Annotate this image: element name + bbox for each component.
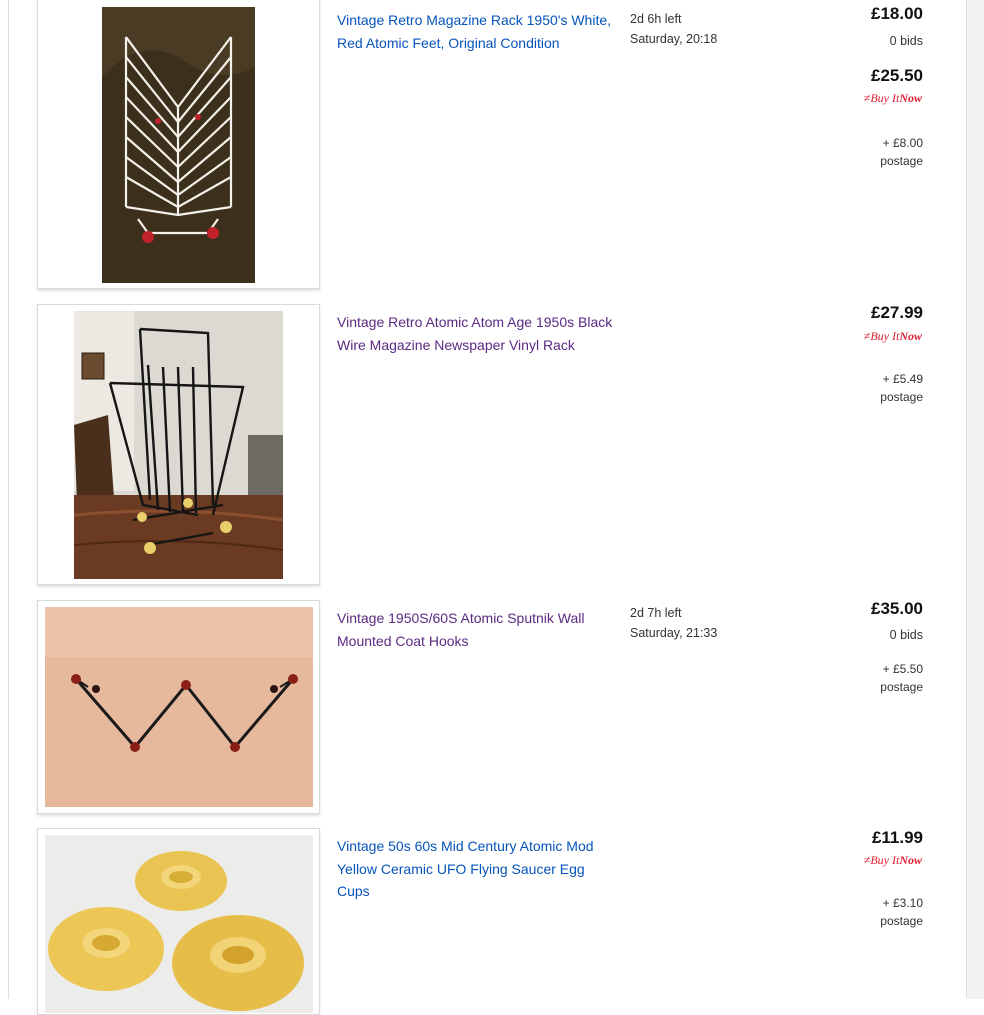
buy-it-text: Buy It	[870, 329, 900, 343]
buy-it-now-price: £27.99	[871, 303, 923, 322]
now-text: Now	[899, 329, 922, 343]
postage-amount: + £5.49	[882, 372, 923, 386]
buy-it-now-price: £25.50	[871, 66, 923, 85]
end-time: Saturday, 21:33	[630, 626, 718, 640]
buy-it-now-logo: ≠Buy ItNow	[864, 329, 922, 344]
buy-it-text: Buy It	[870, 91, 900, 105]
postage-label: postage	[880, 390, 923, 404]
page-right-gutter	[966, 0, 984, 999]
current-price: £35.00	[871, 599, 923, 618]
current-price: £18.00	[871, 4, 923, 23]
listing-title-link[interactable]: Vintage Retro Atomic Atom Age 1950s Blac…	[337, 311, 617, 356]
item-thumbnail[interactable]	[37, 0, 320, 289]
postage-label: postage	[880, 914, 923, 928]
bid-count: 0 bids	[889, 628, 923, 642]
listing-title-link[interactable]: Vintage Retro Magazine Rack 1950's White…	[337, 9, 617, 54]
time-left: 2d 6h left	[630, 12, 682, 26]
postage-cost: + £5.49 postage	[803, 370, 923, 406]
postage-cost: + £3.10 postage	[803, 894, 923, 930]
listing-title-link[interactable]: Vintage 50s 60s Mid Century Atomic Mod Y…	[337, 835, 617, 903]
postage-amount: + £8.00	[882, 136, 923, 150]
listing-item: Vintage Retro Atomic Atom Age 1950s Blac…	[0, 296, 966, 592]
yellow-egg-cups-image	[38, 829, 319, 1014]
listing-item: Vintage 1950S/60S Atomic Sputnik Wall Mo…	[0, 592, 966, 824]
sputnik-coat-hooks-image	[38, 601, 319, 813]
time-left: 2d 7h left	[630, 606, 682, 620]
magazine-rack-white-image	[38, 0, 319, 288]
now-text: Now	[899, 91, 922, 105]
black-wire-magazine-rack-image	[38, 305, 319, 584]
item-thumbnail[interactable]	[37, 600, 320, 814]
postage-amount: + £3.10	[882, 896, 923, 910]
item-thumbnail[interactable]	[37, 304, 320, 585]
postage-cost: + £8.00 postage	[803, 134, 923, 170]
item-thumbnail[interactable]	[37, 828, 320, 1015]
listing-item: Vintage 50s 60s Mid Century Atomic Mod Y…	[0, 824, 966, 1015]
bid-count: 0 bids	[889, 34, 923, 48]
postage-amount: + £5.50	[882, 662, 923, 676]
buy-it-now-logo: ≠Buy ItNow	[864, 91, 922, 106]
listing-item: Vintage Retro Magazine Rack 1950's White…	[0, 0, 966, 296]
buy-it-text: Buy It	[870, 853, 900, 867]
listing-title-link[interactable]: Vintage 1950S/60S Atomic Sputnik Wall Mo…	[337, 607, 617, 652]
buy-it-now-logo: ≠Buy ItNow	[864, 853, 922, 868]
now-text: Now	[899, 853, 922, 867]
postage-label: postage	[880, 680, 923, 694]
postage-label: postage	[880, 154, 923, 168]
postage-cost: + £5.50 postage	[803, 660, 923, 696]
buy-it-now-price: £11.99	[871, 828, 923, 847]
end-time: Saturday, 20:18	[630, 32, 718, 46]
